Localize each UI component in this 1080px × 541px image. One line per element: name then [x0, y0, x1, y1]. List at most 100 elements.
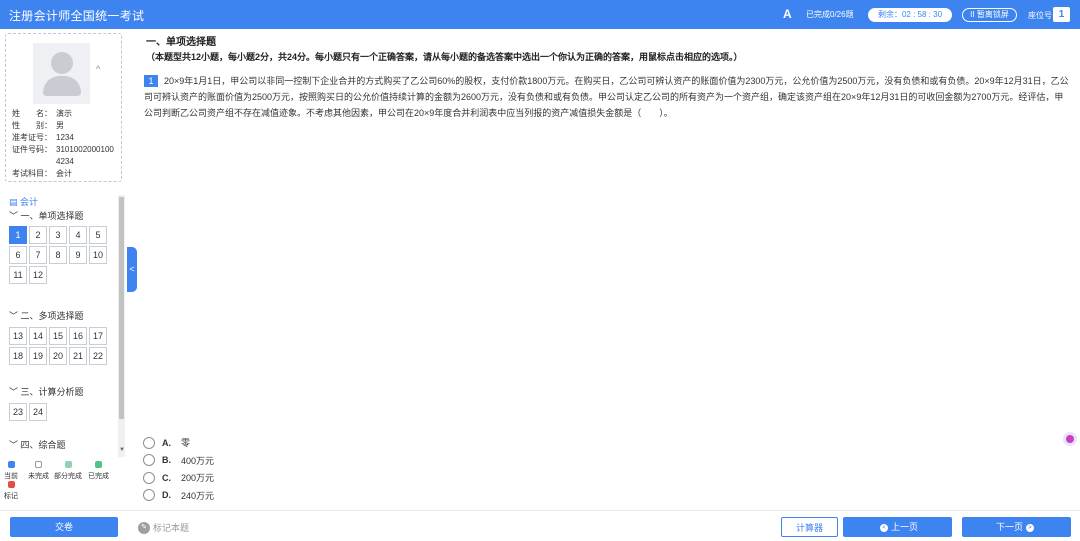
candidate-info-row: 准考证号： 1234: [12, 132, 116, 144]
candidate-card: ^ 姓 名： 演示性 别： 男准考证号： 1234 证件号码： 3101002000100…: [5, 33, 122, 182]
legend-item: 标记: [4, 481, 18, 501]
submit-exam-button[interactable]: 交卷: [10, 517, 118, 537]
section-description: （本题型共12小题，每小题2分，共24分。每小题只有一个正确答案，请从每小题的备…: [146, 52, 743, 62]
seat-number: 1: [1053, 7, 1070, 22]
document-icon: ▤: [9, 197, 21, 207]
option-text: 零: [181, 438, 191, 449]
legend-label: 当前: [4, 473, 18, 480]
option-letter: D.: [162, 490, 171, 501]
info-key: 证件号码：: [12, 145, 52, 154]
chevron-left-icon: <: [879, 523, 888, 532]
legend-item: 已完成: [88, 461, 109, 481]
answer-option[interactable]: D. 240万元: [143, 487, 214, 505]
question-number: 1: [144, 75, 158, 87]
question-nav-button[interactable]: 8: [49, 246, 67, 264]
question-nav-button[interactable]: 12: [29, 266, 47, 284]
legend-label: 未完成: [28, 473, 49, 480]
question-nav-button[interactable]: 2: [29, 226, 47, 244]
info-value: 演示: [56, 109, 72, 118]
option-text: 400万元: [181, 455, 215, 466]
legend-item: 部分完成: [54, 461, 82, 481]
question-nav-button[interactable]: 13: [9, 327, 27, 345]
radio-button[interactable]: [143, 489, 155, 502]
avatar: [33, 43, 90, 104]
answer-option[interactable]: B. 400万元: [143, 452, 214, 470]
pause-lock-button[interactable]: II 暂离锁屏: [962, 8, 1017, 22]
assistant-float-icon[interactable]: [1063, 432, 1077, 446]
pin-icon: ✎: [138, 521, 150, 534]
option-text: 240万元: [181, 490, 215, 501]
legend-item: 未完成: [28, 461, 49, 481]
legend-label: 部分完成: [54, 473, 82, 480]
legend-swatch: [7, 461, 15, 468]
question-nav-button[interactable]: 18: [9, 347, 27, 365]
subject-label: ▤ 会计: [9, 197, 39, 207]
radio-button[interactable]: [143, 454, 155, 467]
nav-section-header[interactable]: ﹀ 四、综合题: [9, 438, 66, 451]
question-nav-button[interactable]: 24: [29, 403, 47, 421]
question-nav-button[interactable]: 15: [49, 327, 67, 345]
question-nav-button[interactable]: 5: [89, 226, 107, 244]
question-nav-button[interactable]: 21: [69, 347, 87, 365]
chevron-right-icon: >: [1026, 523, 1034, 532]
option-letter: A.: [162, 437, 171, 448]
candidate-info-row: 性 别： 男: [12, 120, 116, 132]
nav-section-header[interactable]: ﹀ 一、单项选择题: [9, 209, 84, 222]
scrollbar-thumb[interactable]: [119, 197, 124, 419]
info-key: 性 别：: [12, 121, 52, 130]
font-size-icon[interactable]: A: [783, 7, 792, 21]
question-nav-button[interactable]: 6: [9, 246, 27, 264]
question-nav-button[interactable]: 10: [89, 246, 107, 264]
question-nav-button[interactable]: 4: [69, 226, 87, 244]
nav-section-header[interactable]: ﹀ 三、计算分析题: [9, 385, 84, 398]
scroll-down-arrow-icon[interactable]: ▼: [119, 447, 125, 453]
radio-button[interactable]: [143, 436, 155, 449]
chevron-up-icon[interactable]: ^: [96, 64, 100, 74]
question-grid: 1 2 3 4 5 6 7 8 9 10 11 12: [9, 226, 109, 284]
countdown-timer: 剩余：02 : 58 : 30: [868, 8, 952, 22]
sidebar-scrollbar[interactable]: [118, 195, 125, 457]
question-nav-button[interactable]: 14: [29, 327, 47, 345]
prev-label: 上一页: [890, 522, 918, 532]
nav-section-header[interactable]: ﹀ 二、多项选择题: [9, 309, 84, 322]
question-nav-button[interactable]: 1: [9, 226, 27, 244]
candidate-info-row: 证件号码： 31010020001004234: [12, 144, 116, 168]
avatar-head-icon: [51, 52, 73, 74]
candidate-info-row: 考试科目： 会计: [12, 168, 116, 180]
question-nav-button[interactable]: 23: [9, 403, 27, 421]
candidate-info: 姓 名： 演示性 别： 男准考证号： 1234 证件号码： 310100200010042…: [12, 108, 116, 180]
question-nav-button[interactable]: 22: [89, 347, 107, 365]
question-stem: 1 20×9年1月1日，甲公司以非同一控制下企业合并的方式购买了乙公司60%的股权…: [144, 73, 1072, 121]
answer-option[interactable]: A. 零: [143, 434, 214, 452]
candidate-info-row: 姓 名： 演示: [12, 108, 116, 120]
mark-question-button[interactable]: ✎ 标记本题: [138, 521, 189, 534]
legend-swatch: [64, 461, 72, 468]
collapse-sidebar-button[interactable]: <: [127, 247, 137, 292]
legend-swatch: [35, 461, 42, 468]
app-title: 注册会计师全国统一考试: [9, 9, 145, 23]
question-grid: 23 24: [9, 403, 109, 421]
question-nav-button[interactable]: 3: [49, 226, 67, 244]
next-page-button[interactable]: 下一页 >: [962, 517, 1071, 537]
previous-page-button[interactable]: < 上一页: [843, 517, 952, 537]
question-grid: 13 14 15 16 17 18 19 20 21 22: [9, 327, 109, 365]
calculator-button[interactable]: 计算器: [781, 517, 838, 537]
question-nav-button[interactable]: 20: [49, 347, 67, 365]
question-nav-button[interactable]: 9: [69, 246, 87, 264]
info-value: 男: [56, 121, 64, 130]
question-nav-button[interactable]: 17: [89, 327, 107, 345]
info-key: 姓 名：: [12, 109, 52, 118]
question-nav-button[interactable]: 7: [29, 246, 47, 264]
info-value: 会计: [56, 169, 72, 178]
radio-button[interactable]: [143, 471, 155, 484]
bottom-bar: 交卷 ✎ 标记本题 计算器 < 上一页 下一页 >: [0, 510, 1080, 541]
legend-label: 已完成: [88, 473, 109, 480]
mark-label: 标记本题: [153, 523, 190, 533]
question-nav-button[interactable]: 16: [69, 327, 87, 345]
answer-option[interactable]: C. 200万元: [143, 469, 214, 487]
progress-text: 已完成0/26题: [806, 10, 854, 19]
question-nav-button[interactable]: 11: [9, 266, 27, 284]
info-value: 1234: [56, 133, 74, 142]
legend-swatch: [7, 481, 15, 488]
question-nav-button[interactable]: 19: [29, 347, 47, 365]
